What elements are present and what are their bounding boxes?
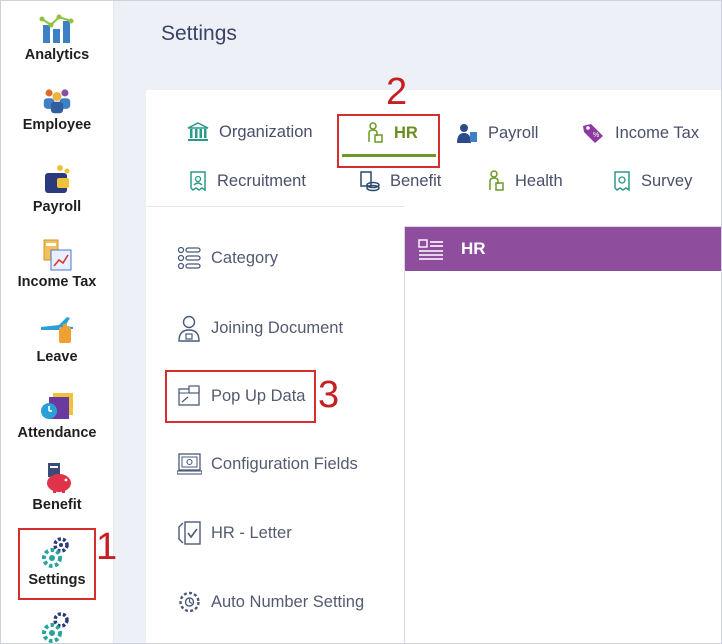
tab-label: Organization: [219, 122, 313, 141]
tabs-divider: [146, 206, 404, 207]
attendance-icon: [41, 393, 73, 419]
income-tax-icon: [43, 239, 72, 271]
employee-icon: [43, 89, 71, 114]
tab-income-tax[interactable]: % Income Tax: [581, 122, 699, 144]
tab-label: Survey: [641, 171, 693, 190]
recruitment-icon: [190, 171, 206, 192]
nav-label-attendance: Attendance: [17, 425, 97, 441]
nav-label-employee: Employee: [22, 117, 92, 133]
menu-auto-number-setting[interactable]: Auto Number Setting: [177, 589, 364, 615]
survey-icon: [614, 171, 630, 192]
benefit-coins-icon: [360, 171, 380, 192]
tab-benefit[interactable]: Benefit: [358, 170, 441, 192]
menu-configuration-fields[interactable]: Configuration Fields: [177, 452, 358, 476]
menu-label: Joining Document: [211, 318, 344, 337]
nav-label-settings: Settings: [28, 572, 86, 588]
menu-label: HR - Letter: [211, 523, 292, 542]
panel-header: HR: [405, 227, 721, 271]
letter-check-icon: [178, 521, 201, 545]
menu-pop-up-data[interactable]: Pop Up Data: [177, 385, 305, 407]
nav-analytics[interactable]: Analytics: [1, 11, 113, 63]
nav-label-analytics: Analytics: [24, 47, 90, 63]
analytics-icon: [39, 14, 74, 43]
config-fields-icon: [177, 453, 202, 475]
nav-more[interactable]: [1, 611, 113, 643]
nav-label-benefit: Benefit: [32, 497, 82, 513]
menu-hr-letter[interactable]: HR - Letter: [177, 520, 292, 546]
app-root: Analytics Employee Payroll Income Tax Le…: [0, 0, 722, 644]
active-tab-indicator: [342, 154, 436, 157]
nav-leave[interactable]: Leave: [1, 313, 113, 365]
tab-label: Recruitment: [217, 171, 306, 190]
page-title: Settings: [161, 22, 237, 45]
settings-icon: [42, 537, 69, 568]
leave-icon: [41, 317, 73, 343]
tab-payroll[interactable]: Payroll: [456, 122, 538, 144]
nav-income-tax[interactable]: Income Tax: [1, 238, 113, 290]
tab-label: Payroll: [488, 123, 539, 142]
user-document-icon: [178, 315, 200, 342]
callout-number-3: 3: [318, 374, 340, 416]
callout-number-2: 2: [386, 71, 408, 113]
tab-survey[interactable]: Survey: [613, 170, 692, 192]
header-list-icon: [418, 239, 443, 260]
menu-joining-document[interactable]: Joining Document: [177, 314, 343, 342]
health-icon: [489, 170, 504, 191]
tab-label: Benefit: [390, 171, 442, 190]
payroll-user-icon: [457, 124, 477, 143]
tab-recruitment[interactable]: Recruitment: [189, 170, 306, 192]
nav-attendance[interactable]: Attendance: [1, 389, 113, 441]
payroll-icon: [45, 165, 70, 193]
panel-title: HR: [461, 239, 486, 258]
list-icon: [177, 246, 201, 270]
tab-health[interactable]: Health: [488, 170, 563, 192]
tab-label: HR: [394, 123, 418, 142]
popup-window-icon: [178, 385, 200, 406]
hr-icon: [368, 122, 383, 143]
menu-label: Configuration Fields: [211, 454, 358, 473]
benefit-icon: [47, 463, 71, 493]
nav-label-payroll: Payroll: [32, 199, 82, 215]
menu-label: Auto Number Setting: [211, 592, 365, 611]
auto-gear-icon: [179, 591, 200, 613]
nav-benefit[interactable]: Benefit: [1, 461, 113, 513]
tab-label: Health: [515, 171, 563, 190]
nav-payroll[interactable]: Payroll: [1, 163, 113, 215]
menu-label: Pop Up Data: [211, 386, 306, 405]
menu-category[interactable]: Category: [177, 246, 278, 270]
svg-text:%: %: [593, 132, 599, 139]
income-tax-tag-icon: %: [583, 124, 603, 143]
nav-employee[interactable]: Employee: [1, 85, 113, 133]
tab-hr[interactable]: HR: [367, 122, 418, 144]
tab-label: Income Tax: [615, 123, 700, 142]
content-panel: HR: [404, 226, 721, 643]
settings-gear-partial-icon: [42, 612, 69, 643]
nav-label-leave: Leave: [36, 349, 78, 365]
tab-organization[interactable]: Organization: [187, 122, 313, 142]
menu-label: Category: [211, 248, 278, 267]
callout-number-1: 1: [96, 526, 118, 568]
organization-icon: [187, 122, 209, 141]
nav-label-income-tax: Income Tax: [17, 274, 97, 290]
